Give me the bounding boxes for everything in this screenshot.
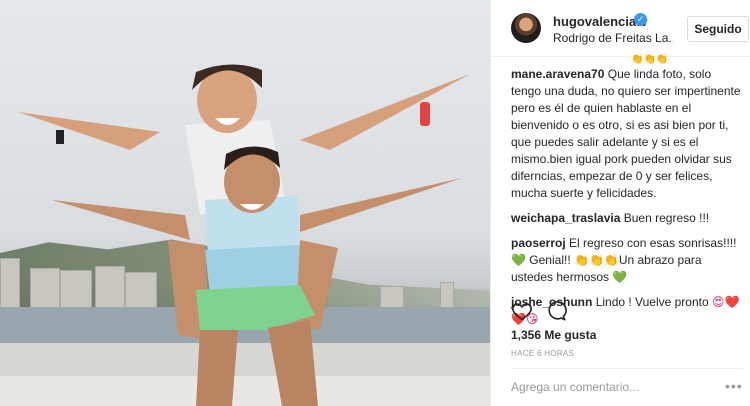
post-photo[interactable] [0, 0, 490, 406]
avatar[interactable] [511, 13, 541, 43]
post-sidebar: hugovalenciatv ✓ Rodrigo de Freitas La..… [490, 0, 750, 406]
heart-icon[interactable] [511, 300, 533, 322]
comment-text: Que linda foto, solo tengo una duda, no … [511, 67, 741, 200]
likes-count[interactable]: 1,356 Me gusta [511, 328, 596, 342]
following-button[interactable]: Seguido [687, 16, 749, 42]
comment-username[interactable]: mane.aravena70 [511, 67, 604, 81]
green-heart-emoji: 💚 [612, 270, 628, 284]
comment-text: Buen regreso !!! [623, 211, 710, 225]
clipped-emoji-row: 👏👏👏 [631, 54, 669, 65]
comment-text: Lindo ! Vuelve pronto [595, 295, 709, 309]
two-men-piggyback [18, 64, 470, 406]
comment-icon[interactable] [545, 300, 568, 322]
post-header: hugovalenciatv ✓ Rodrigo de Freitas La..… [491, 0, 750, 57]
post-actions [511, 300, 575, 322]
more-options-icon[interactable]: ••• [725, 378, 743, 394]
comment-text: El regreso con esas sonrisas!!!! [569, 236, 737, 250]
comment-username[interactable]: weichapa_traslavia [511, 211, 620, 225]
comment-username[interactable]: paoserroj [511, 236, 566, 250]
clap-emoji: 👏👏👏 [574, 253, 619, 267]
comment: paoserroj El regreso con esas sonrisas!!… [511, 235, 743, 286]
comment-text: Genial!! [529, 253, 571, 267]
instagram-post: hugovalenciatv ✓ Rodrigo de Freitas La..… [0, 0, 750, 406]
divider [511, 368, 743, 369]
add-comment-input[interactable]: Agrega un comentario... [511, 380, 639, 394]
verified-icon: ✓ [634, 13, 647, 26]
green-heart-emoji: 💚 [511, 253, 526, 267]
comment: weichapa_traslavia Buen regreso !!! [511, 210, 743, 227]
comments-list: mane.aravena70 Que linda foto, solo teng… [511, 66, 743, 336]
post-timestamp: HACE 6 HORAS [511, 349, 575, 358]
comment: mane.aravena70 Que linda foto, solo teng… [511, 66, 743, 202]
post-location[interactable]: Rodrigo de Freitas La... [553, 31, 673, 45]
